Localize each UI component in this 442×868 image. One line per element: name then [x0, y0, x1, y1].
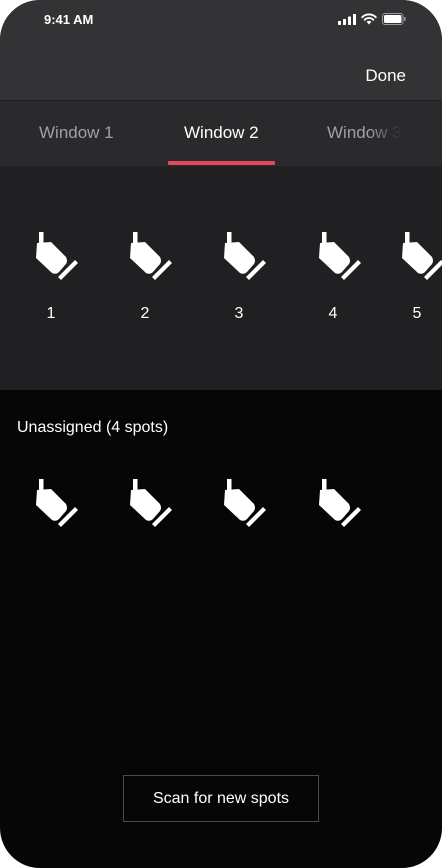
- unassigned-spot-1[interactable]: [32, 479, 82, 535]
- spot-number-4: 4: [328, 305, 338, 322]
- done-button[interactable]: Done: [365, 66, 406, 86]
- window-tabs: Window 1 Window 2 Window 3: [0, 100, 442, 166]
- tab-window-3[interactable]: Window 3: [327, 123, 402, 143]
- battery-icon: [382, 13, 406, 25]
- spotlight-icon: [319, 479, 361, 527]
- scan-button-label: Scan for new spots: [152, 789, 290, 807]
- tab-window-1[interactable]: Window 1: [39, 123, 114, 143]
- unassigned-title: Unassigned (4 spots): [17, 419, 169, 436]
- spotlight-icon: [36, 232, 78, 280]
- selected-tab-indicator: [168, 161, 275, 165]
- top-bar: 9:41 AM Done: [0, 0, 442, 100]
- spot-5[interactable]: [398, 232, 442, 288]
- spotlight-icon: [130, 479, 172, 527]
- spot-1[interactable]: [32, 232, 82, 288]
- unassigned-spot-4[interactable]: [315, 479, 365, 535]
- spotlight-icon: [36, 479, 78, 527]
- status-icons: [338, 12, 406, 26]
- spot-4[interactable]: [315, 232, 365, 288]
- spotlight-icon: [224, 479, 266, 527]
- scan-for-new-spots-button[interactable]: Scan for new spots: [123, 775, 319, 822]
- cellular-signal-icon: [338, 13, 356, 25]
- spotlight-icon: [130, 232, 172, 280]
- spot-number-2: 2: [140, 305, 150, 322]
- unassigned-spot-2[interactable]: [126, 479, 176, 535]
- spot-number-1: 1: [46, 305, 56, 322]
- unassigned-spot-3[interactable]: [220, 479, 270, 535]
- spotlight-icon: [402, 232, 442, 280]
- spot-number-5: 5: [412, 305, 422, 322]
- spot-number-3: 3: [234, 305, 244, 322]
- status-time: 9:41 AM: [44, 12, 94, 27]
- spot-2[interactable]: [126, 232, 176, 288]
- spotlight-icon: [224, 232, 266, 280]
- tab-window-2[interactable]: Window 2: [184, 123, 259, 143]
- wifi-icon: [361, 13, 377, 25]
- spotlight-icon: [319, 232, 361, 280]
- phone-screen: 9:41 AM Done Window 1 Window 2 Window 3 …: [0, 0, 442, 868]
- spot-3[interactable]: [220, 232, 270, 288]
